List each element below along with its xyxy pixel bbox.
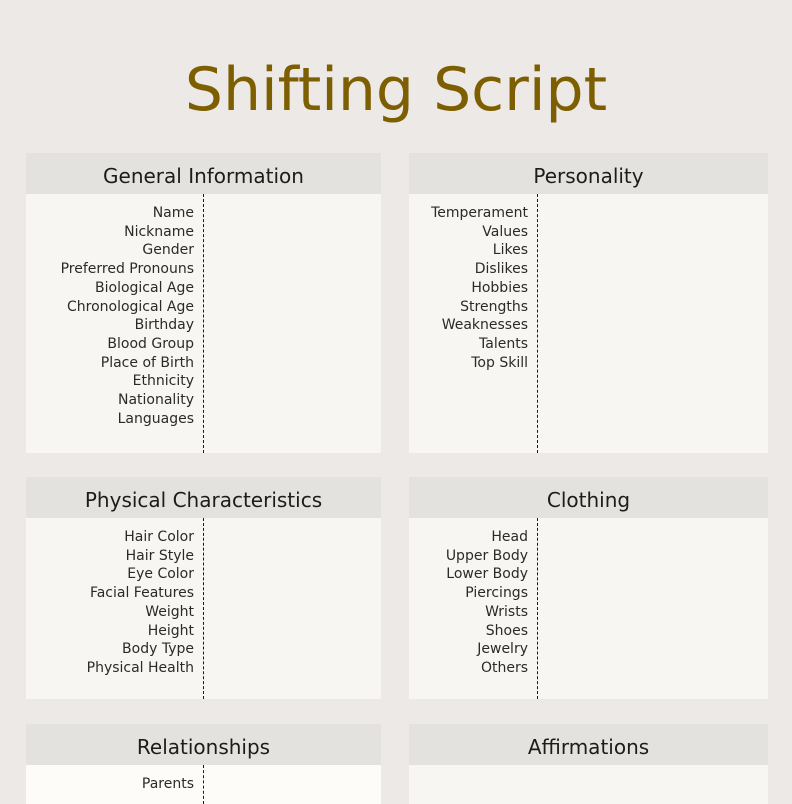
field-labels: Hair Color Hair Style Eye Color Facial Feat… (87, 528, 194, 678)
relationships-card: Relationships Parents (26, 724, 381, 804)
field-labels: Temperament Values Likes Dislikes Hobbies Str… (431, 204, 528, 372)
section-header: Personality (409, 153, 768, 194)
section-body: Temperament Values Likes Dislikes Hobbies Str… (409, 194, 768, 453)
field-label: Weaknesses (441, 317, 528, 334)
field-label: Piercings (465, 585, 528, 602)
clothing-card: Clothing Head Upper Body Lower Body Piercin… (409, 477, 768, 699)
dashed-divider (537, 518, 538, 699)
personality-card: Personality Temperament Values Likes Dislik… (409, 153, 768, 453)
field-label: Name (152, 205, 194, 221)
section-body: Name Nickname Gender Preferred Pronouns Biol… (26, 194, 381, 453)
field-label: Place of Birth (100, 354, 194, 371)
field-label: Strengths (460, 298, 528, 315)
section-body (409, 765, 768, 804)
field-label: Others (480, 659, 528, 676)
field-label: Dislikes (474, 261, 528, 278)
field-label: Weight (145, 603, 194, 620)
field-label: Birthday (134, 317, 194, 334)
field-label: Parents (141, 776, 194, 792)
field-labels: Head Upper Body Lower Body Piercings Wrists S… (446, 528, 528, 678)
field-label: Facial Features (89, 585, 194, 602)
field-label: Values (482, 223, 528, 240)
field-label: Likes (492, 242, 528, 259)
field-label: Body Type (122, 641, 194, 658)
dashed-divider (203, 194, 204, 453)
dashed-divider (537, 194, 538, 453)
section-header: Relationships (26, 724, 381, 765)
field-label: Height (147, 622, 194, 639)
physical-characteristics-card: Physical Characteristics Hair Color Hair … (26, 477, 381, 699)
dashed-divider (203, 765, 204, 804)
section-header: Clothing (409, 477, 768, 518)
field-labels: Name Nickname Gender Preferred Pronouns Biol… (61, 204, 194, 428)
dashed-divider (203, 518, 204, 699)
field-label: Eye Color (127, 566, 194, 583)
section-header: General Information (26, 153, 381, 194)
field-label: Ethnicity (132, 373, 194, 390)
field-label: Biological Age (95, 279, 194, 296)
field-label: Talents (479, 335, 528, 352)
field-label: Blood Group (107, 335, 194, 352)
section-body: Hair Color Hair Style Eye Color Facial Feat… (26, 518, 381, 699)
section-header: Affirmations (409, 724, 768, 765)
field-label: Preferred Pronouns (60, 261, 194, 278)
field-label: Head (491, 529, 528, 545)
affirmations-card: Affirmations (409, 724, 768, 804)
general-information-card: General Information Name Nickname Gender Pr… (26, 153, 381, 453)
section-body: Parents (26, 765, 381, 804)
field-label: Hair Style (125, 547, 194, 564)
field-label: Nationality (117, 392, 194, 409)
field-label: Gender (142, 242, 194, 259)
field-label: Chronological Age (66, 298, 194, 315)
field-label: Lower Body (446, 566, 528, 583)
field-label: Hair Color (124, 529, 194, 545)
field-label: Physical Health (86, 659, 194, 676)
field-label: Shoes (485, 622, 528, 639)
page-title: Shifting Script (184, 55, 608, 125)
field-label: Wrists (485, 603, 528, 620)
field-label: Nickname (124, 223, 194, 240)
field-labels: Parents (142, 775, 194, 794)
field-label: Temperament (431, 205, 528, 221)
section-header: Physical Characteristics (26, 477, 381, 518)
field-label: Languages (117, 410, 194, 427)
field-label: Upper Body (445, 547, 528, 564)
field-label: Jewelry (477, 641, 528, 658)
section-body: Head Upper Body Lower Body Piercings Wrists S… (409, 518, 768, 699)
field-label: Top Skill (471, 354, 528, 371)
field-label: Hobbies (471, 279, 528, 296)
